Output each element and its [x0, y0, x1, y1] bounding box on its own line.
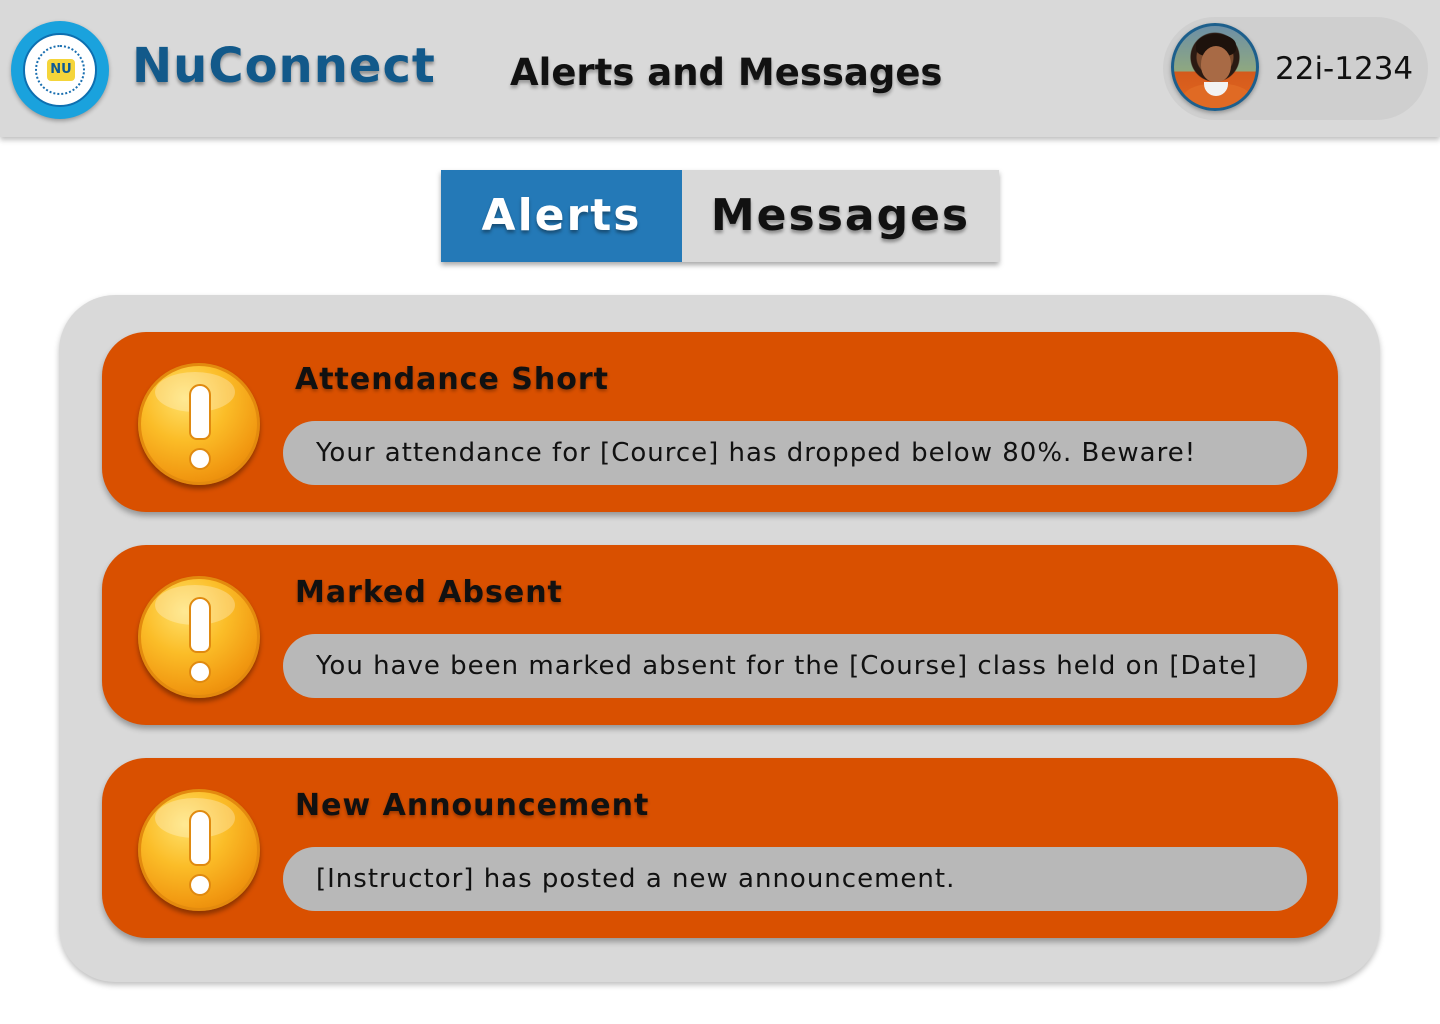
- alert-title: Attendance Short: [295, 362, 609, 397]
- exclamation-bar: [189, 597, 211, 653]
- tab-bar: Alerts Messages: [441, 170, 999, 262]
- exclamation-dot: [189, 448, 211, 470]
- exclamation-bar: [189, 810, 211, 866]
- avatar-face: [1201, 46, 1231, 82]
- exclamation-bar: [189, 384, 211, 440]
- exclamation-icon: [138, 576, 260, 698]
- alert-card[interactable]: New Announcement [Instructor] has posted…: [102, 758, 1338, 938]
- user-id-label: 22i-1234: [1275, 51, 1414, 87]
- alerts-panel: Attendance Short Your attendance for [Co…: [59, 295, 1380, 982]
- logo-mark: NU: [47, 59, 75, 81]
- user-profile-button[interactable]: 22i-1234: [1163, 17, 1428, 120]
- tab-alerts[interactable]: Alerts: [441, 170, 682, 262]
- alert-title: Marked Absent: [295, 575, 563, 610]
- alert-card[interactable]: Marked Absent You have been marked absen…: [102, 545, 1338, 725]
- top-bar: NU NuConnect Alerts and Messages 22i-123…: [0, 0, 1440, 137]
- exclamation-dot: [189, 874, 211, 896]
- page-title: Alerts and Messages: [510, 51, 943, 94]
- avatar[interactable]: [1171, 23, 1259, 111]
- alert-message: Your attendance for [Cource] has dropped…: [283, 421, 1307, 485]
- university-logo[interactable]: NU: [11, 21, 109, 119]
- alert-card[interactable]: Attendance Short Your attendance for [Co…: [102, 332, 1338, 512]
- exclamation-dot: [189, 661, 211, 683]
- app-name[interactable]: NuConnect: [132, 38, 436, 94]
- tab-messages[interactable]: Messages: [682, 170, 999, 262]
- logo-seal: NU: [23, 33, 97, 107]
- exclamation-icon: [138, 789, 260, 911]
- alert-title: New Announcement: [295, 788, 650, 823]
- alert-message: You have been marked absent for the [Cou…: [283, 634, 1307, 698]
- alert-message: [Instructor] has posted a new announceme…: [283, 847, 1307, 911]
- exclamation-icon: [138, 363, 260, 485]
